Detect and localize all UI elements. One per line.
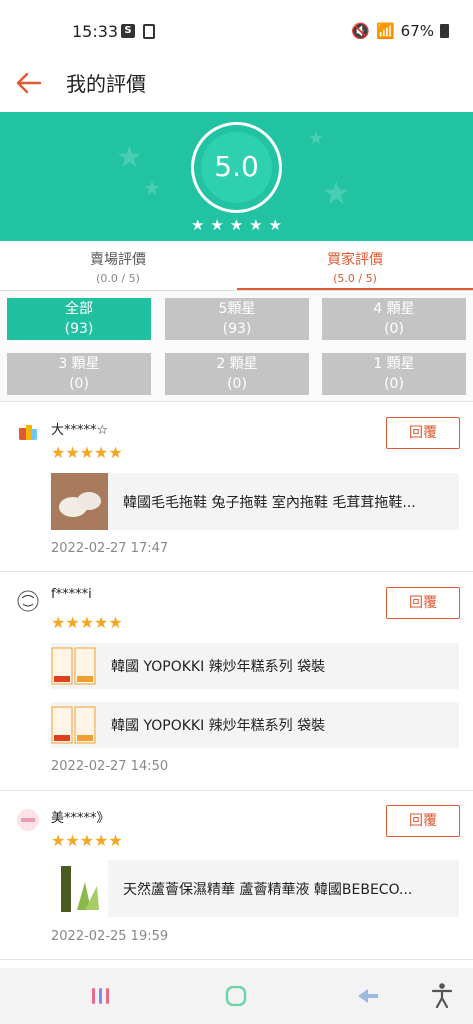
system-nav-bar — [0, 968, 473, 1024]
tab-buyer-rating[interactable]: 買家評價 (5.0 / 5) — [237, 241, 473, 291]
review-time: 2022-02-27 17:47 — [51, 541, 169, 556]
product-thumbnail — [51, 860, 108, 917]
star-icon: ★ — [210, 216, 224, 234]
page-title: 我的評價 — [66, 72, 146, 96]
tab-score: (5.0 / 5) — [333, 272, 377, 285]
reply-button[interactable]: 回覆 — [386, 805, 460, 837]
reviewer-name: f*****i — [51, 587, 92, 602]
star-icon: ★ — [268, 216, 282, 234]
status-bar: 15:33 S 🔇 📶 67% — [0, 0, 473, 58]
product-name: 韓國毛毛拖鞋 兔子拖鞋 室內拖鞋 毛茸茸拖鞋... — [123, 495, 416, 511]
star-icon: ★ — [249, 216, 263, 234]
reviewer-name: 美*****》 — [51, 811, 110, 826]
filter-2-star[interactable]: 2 顆星 (0) — [165, 353, 309, 395]
back-nav-icon[interactable] — [356, 986, 380, 1006]
filter-3-star[interactable]: 3 顆星 (0) — [7, 353, 151, 395]
reply-button[interactable]: 回覆 — [386, 587, 460, 619]
back-arrow-icon[interactable] — [14, 68, 44, 98]
decor-star-icon: ★ — [308, 128, 325, 149]
decor-star-icon: ★ — [322, 174, 351, 212]
star-filter-grid: 全部 (93) 5顆星 (93) 4 顆星 (0) 3 顆星 (0) 2 顆星 (0) 1… — [0, 291, 473, 402]
battery-text: 67% — [400, 22, 434, 40]
star-icon: ★ — [191, 216, 205, 234]
review-time: 2022-02-27 14:50 — [51, 759, 169, 774]
home-icon[interactable] — [224, 986, 248, 1006]
rating-tabs: 賣場評價 (0.0 / 5) 買家評價 (5.0 / 5) — [0, 241, 473, 291]
review-stars: ★★★★★ — [51, 443, 123, 462]
reply-button[interactable]: 回覆 — [386, 417, 460, 449]
user-avatar — [19, 425, 37, 440]
product-thumbnail — [51, 647, 96, 685]
wifi-icon: 📶 — [375, 22, 395, 40]
recent-apps-icon[interactable] — [90, 986, 116, 1006]
mute-icon: 🔇 — [351, 22, 370, 40]
tab-seller-rating[interactable]: 賣場評價 (0.0 / 5) — [0, 241, 236, 291]
tab-score: (0.0 / 5) — [96, 272, 140, 285]
review-item: 美*****》 回覆 ★★★★★ 天然蘆薈保濕精華 蘆薈精華液 韓國BEBECO… — [0, 792, 473, 960]
battery-icon — [440, 24, 449, 38]
filter-4-star[interactable]: 4 顆星 (0) — [322, 298, 466, 340]
tab-label: 買家評價 — [327, 252, 383, 268]
filter-5-star[interactable]: 5顆星 (93) — [165, 298, 309, 340]
review-stars: ★★★★★ — [51, 613, 123, 632]
user-avatar — [17, 809, 39, 831]
decor-star-icon: ★ — [143, 176, 161, 200]
sim-icon — [143, 24, 155, 39]
product-name: 韓國 YOPOKKI 辣炒年糕系列 袋裝 — [111, 659, 326, 675]
reviewer-name: 大*****☆ — [51, 423, 109, 438]
review-stars: ★★★★★ — [51, 831, 123, 850]
accessibility-icon[interactable] — [430, 982, 454, 1008]
product-name: 韓國 YOPOKKI 辣炒年糕系列 袋裝 — [111, 718, 326, 734]
decor-star-icon: ★ — [116, 140, 143, 175]
user-avatar — [17, 590, 39, 612]
product-link[interactable]: 韓國毛毛拖鞋 兔子拖鞋 室內拖鞋 毛茸茸拖鞋... — [51, 473, 459, 530]
product-link[interactable]: 天然蘆薈保濕精華 蘆薈精華液 韓國BEBECO... — [51, 860, 459, 917]
app-bar: 我的評價 — [0, 58, 473, 110]
product-link[interactable]: 韓國 YOPOKKI 辣炒年糕系列 袋裝 — [51, 643, 459, 689]
status-icons: 🔇 📶 67% — [351, 22, 449, 40]
star-icon: ★ — [229, 216, 244, 234]
review-time: 2022-02-25 19:59 — [51, 929, 169, 944]
filter-all[interactable]: 全部 (93) — [7, 298, 151, 340]
review-item: 大*****☆ 回覆 ★★★★★ 韓國毛毛拖鞋 兔子拖鞋 室內拖鞋 毛茸茸拖鞋.… — [0, 403, 473, 572]
review-item: f*****i 回覆 ★★★★★ 韓國 YOPOKKI 辣炒年糕系列 袋裝 韓國… — [0, 573, 473, 791]
s-app-icon: S — [121, 24, 135, 38]
rating-banner: ★ ★ ★ ★ 5.0 ★ ★ ★ ★ ★ — [0, 112, 473, 241]
product-thumbnail — [51, 706, 96, 744]
product-name: 天然蘆薈保濕精華 蘆薈精華液 韓國BEBECO... — [123, 882, 413, 898]
score-ring: 5.0 — [191, 122, 282, 213]
product-thumbnail — [51, 473, 108, 530]
rating-score: 5.0 — [214, 150, 259, 183]
filter-1-star[interactable]: 1 顆星 (0) — [322, 353, 466, 395]
rating-stars: ★ ★ ★ ★ ★ — [191, 216, 282, 234]
tab-label: 賣場評價 — [90, 252, 146, 268]
product-link[interactable]: 韓國 YOPOKKI 辣炒年糕系列 袋裝 — [51, 702, 459, 748]
status-time: 15:33 — [72, 22, 119, 41]
